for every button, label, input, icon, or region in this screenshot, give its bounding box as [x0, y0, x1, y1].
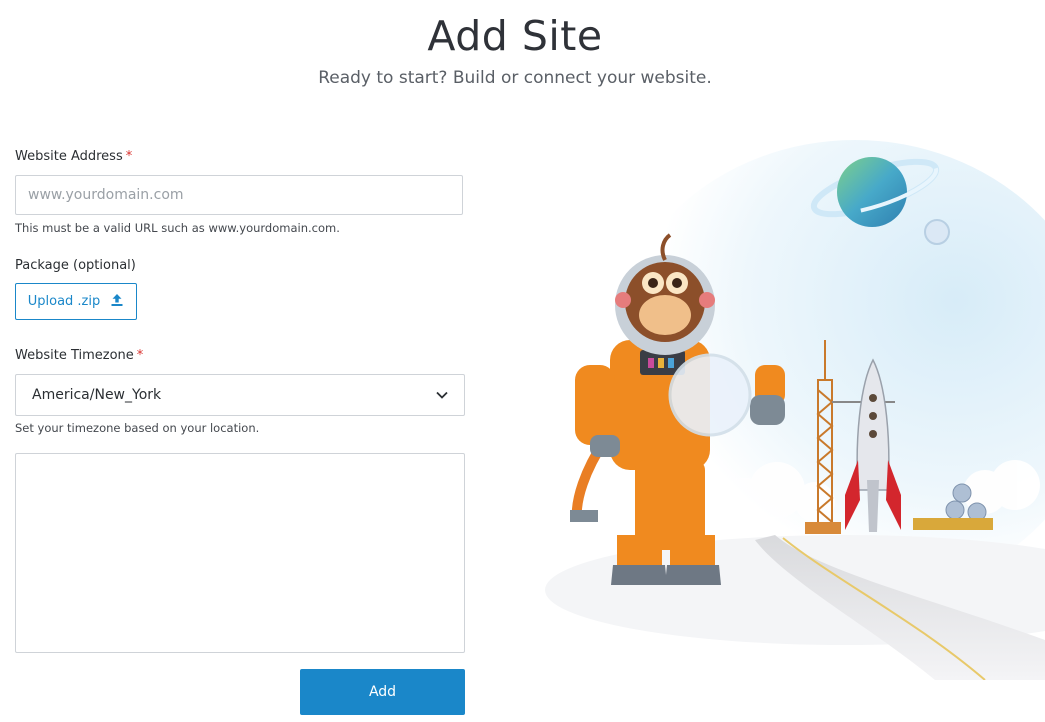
required-marker: *	[136, 348, 144, 363]
timezone-select[interactable]: America/New_York	[15, 374, 465, 416]
website-address-label-text: Website Address	[15, 149, 123, 164]
page-title: Add Site	[427, 12, 603, 60]
website-timezone-label-text: Website Timezone	[15, 348, 134, 363]
timezone-selected-value: America/New_York	[32, 387, 162, 403]
page-subtitle: Ready to start? Build or connect your we…	[318, 68, 712, 88]
upload-zip-label: Upload .zip	[27, 294, 101, 309]
upload-icon	[110, 293, 124, 311]
add-site-button[interactable]: Add	[300, 669, 465, 715]
website-timezone-label: Website Timezone *	[15, 348, 143, 363]
website-address-input[interactable]	[15, 175, 463, 215]
package-label: Package (optional)	[15, 258, 136, 273]
website-address-hint: This must be a valid URL such as www.you…	[15, 221, 340, 235]
upload-zip-button[interactable]: Upload .zip	[15, 283, 137, 320]
chevron-down-icon	[436, 387, 448, 403]
timezone-hint: Set your timezone based on your location…	[15, 421, 260, 435]
notes-textarea[interactable]	[15, 453, 465, 653]
website-address-label: Website Address *	[15, 149, 132, 164]
required-marker: *	[125, 149, 133, 164]
astronaut-monkey-illustration	[545, 140, 1045, 680]
